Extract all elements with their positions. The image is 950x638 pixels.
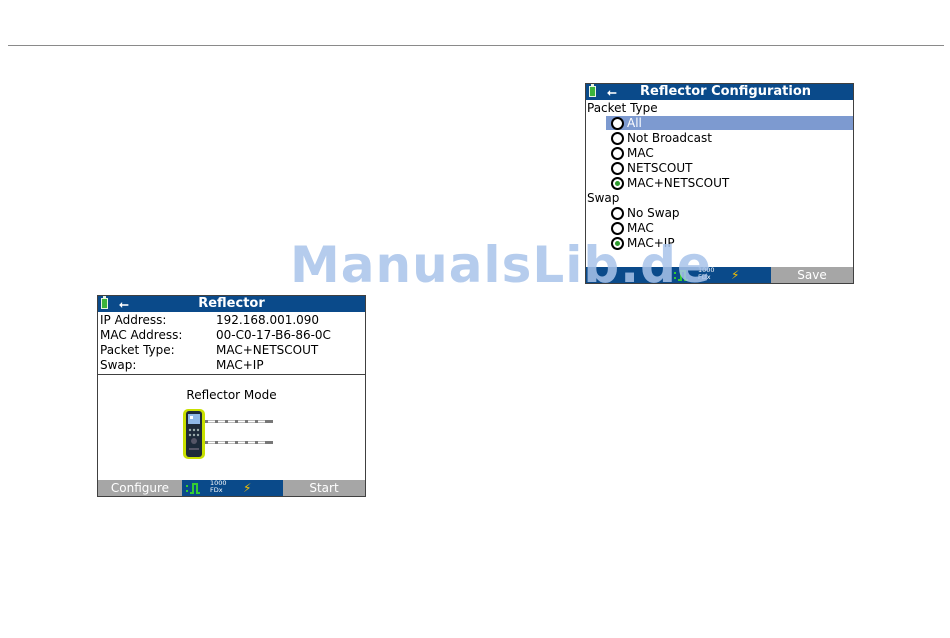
radio-swap-mac[interactable] bbox=[611, 222, 624, 235]
config-title: Reflector Configuration bbox=[640, 84, 812, 99]
reflector-mode-label: Reflector Mode bbox=[186, 388, 277, 402]
battery-icon bbox=[589, 84, 596, 97]
option-label: All bbox=[627, 116, 642, 130]
page-top-rule bbox=[8, 45, 944, 46]
swap-label: Swap: bbox=[100, 358, 137, 372]
reflector-screen: ⭠ Reflector IP Address: 192.168.001.090 … bbox=[97, 295, 366, 497]
packet-type-heading: Packet Type bbox=[587, 101, 658, 115]
radio-mac-netscout-selected[interactable] bbox=[611, 177, 624, 190]
reflector-title: Reflector bbox=[198, 296, 265, 311]
radio-not-broadcast[interactable] bbox=[611, 132, 624, 145]
ip-address-label: IP Address: bbox=[100, 313, 167, 327]
mac-address-value: 00-C0-17-B6-86-0C bbox=[216, 328, 331, 342]
radio-no-swap[interactable] bbox=[611, 207, 624, 220]
ip-address-value: 192.168.001.090 bbox=[216, 313, 320, 327]
option-label: MAC bbox=[627, 146, 654, 160]
tester-device-icon bbox=[183, 409, 273, 459]
save-button[interactable]: Save bbox=[771, 267, 853, 283]
link-duplex: FDx bbox=[210, 486, 223, 494]
configure-button[interactable]: Configure bbox=[98, 480, 182, 496]
option-label: Not Broadcast bbox=[627, 131, 712, 145]
swap-heading: Swap bbox=[587, 191, 620, 205]
watermark: ManualsLib.de bbox=[290, 236, 712, 294]
config-title-bar: ⭠ Reflector Configuration bbox=[586, 84, 853, 100]
usb-icon: ⭠ bbox=[607, 85, 617, 99]
start-button[interactable]: Start bbox=[283, 480, 365, 496]
bolt-icon: ⚡ bbox=[243, 481, 252, 495]
reflector-status-bar: Configure 1000 FDx ⚡ Start bbox=[98, 480, 365, 496]
option-label: NETSCOUT bbox=[627, 161, 693, 175]
option-label: MAC bbox=[627, 221, 654, 235]
mac-address-label: MAC Address: bbox=[100, 328, 183, 342]
option-label: MAC+NETSCOUT bbox=[627, 176, 730, 190]
bolt-icon: ⚡ bbox=[731, 268, 740, 282]
radio-netscout[interactable] bbox=[611, 162, 624, 175]
packet-type-label: Packet Type: bbox=[100, 343, 175, 357]
radio-mac[interactable] bbox=[611, 147, 624, 160]
radio-all[interactable] bbox=[611, 117, 624, 130]
swap-value: MAC+IP bbox=[216, 358, 264, 372]
link-pulse-icon bbox=[186, 483, 200, 494]
option-label: No Swap bbox=[627, 206, 680, 220]
divider bbox=[98, 374, 365, 375]
highlighted-option bbox=[606, 116, 853, 130]
reflector-title-bar: ⭠ Reflector bbox=[98, 296, 365, 312]
packet-type-value: MAC+NETSCOUT bbox=[216, 343, 319, 357]
